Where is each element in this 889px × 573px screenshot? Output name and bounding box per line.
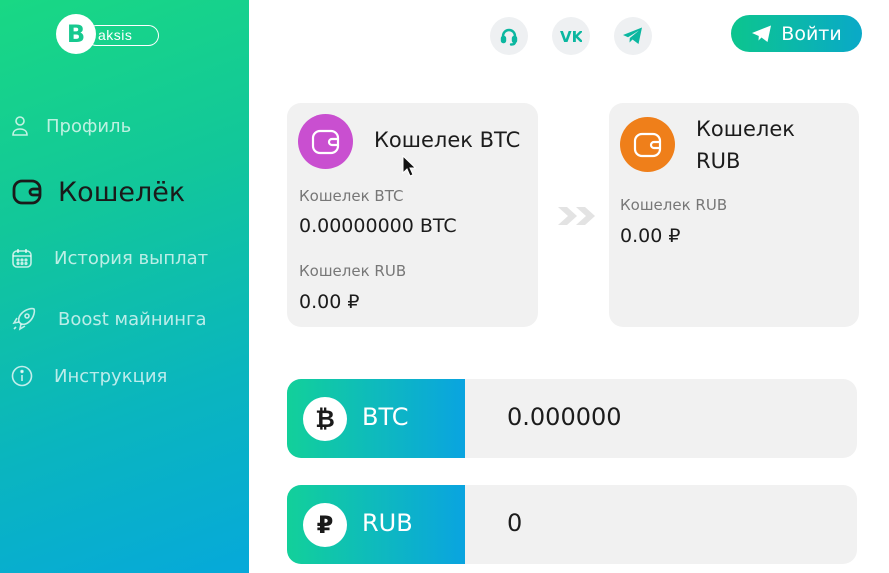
info-icon xyxy=(11,365,33,387)
btc-wallet-value: 0.00000000 BTC xyxy=(299,215,457,237)
sidebar-item-label: Boost майнинга xyxy=(58,308,207,330)
login-button[interactable]: Войти xyxy=(731,15,862,52)
bitcoin-icon: ₿ xyxy=(303,397,347,441)
sidebar: B aksis Профиль Кошелёк История выплат B… xyxy=(0,0,249,573)
sidebar-item-label: История выплат xyxy=(54,247,209,269)
rub-balance-value: 0 xyxy=(507,509,523,537)
wallet-icon xyxy=(311,129,339,154)
rub-balance-currency: ₽ RUB xyxy=(287,485,465,564)
mouse-cursor-icon xyxy=(402,155,416,177)
rub-balance-row: ₽ RUB 0 xyxy=(287,485,857,564)
rub-wallet-value: 0.00 ₽ xyxy=(299,291,360,313)
btc-wallet-label: Кошелек BTC xyxy=(299,187,404,205)
wallet-icon xyxy=(633,132,661,157)
btc-wallet-badge xyxy=(298,114,353,169)
sidebar-item-profile[interactable]: Профиль xyxy=(10,115,131,137)
sidebar-item-label: Профиль xyxy=(46,115,132,137)
rub-wallet-title-line2: RUB xyxy=(696,149,741,173)
wallet-icon xyxy=(12,179,42,205)
brand-logo[interactable]: B aksis xyxy=(56,14,160,54)
btc-balance-currency: ₿ BTC xyxy=(287,379,465,458)
sidebar-item-label: Кошелёк xyxy=(58,176,186,208)
rub-wallet-badge xyxy=(620,117,675,172)
rub-wallet-card[interactable]: Кошелек RUB Кошелек RUB 0.00 ₽ xyxy=(609,103,859,327)
sidebar-item-boost[interactable]: Boost майнинга xyxy=(10,305,207,333)
ruble-icon: ₽ xyxy=(303,503,347,547)
rub-wallet-label: Кошелек RUB xyxy=(299,262,407,280)
vk-button[interactable]: VK xyxy=(552,17,590,55)
rub-wallet-title-line1: Кошелек xyxy=(696,117,795,141)
telegram-icon xyxy=(623,27,642,44)
user-icon xyxy=(12,116,28,136)
headset-icon xyxy=(500,28,518,46)
btc-balance-value: 0.000000 xyxy=(507,403,622,431)
paper-plane-icon xyxy=(752,25,772,42)
btc-wallet-card[interactable]: Кошелек BTC Кошелек BTC 0.00000000 BTC К… xyxy=(287,103,538,327)
calendar-icon xyxy=(12,249,32,268)
sidebar-item-wallet[interactable]: Кошелёк xyxy=(10,175,185,209)
rub-balance-currency-label: RUB xyxy=(362,509,413,537)
sidebar-item-payout-history[interactable]: История выплат xyxy=(10,246,208,270)
login-label: Войти xyxy=(781,22,842,45)
rub-wallet-label: Кошелек RUB xyxy=(620,196,728,214)
btc-balance-row: ₿ BTC 0.000000 xyxy=(287,379,857,458)
sidebar-item-instructions[interactable]: Инструкция xyxy=(10,364,167,388)
sidebar-item-label: Инструкция xyxy=(54,365,168,387)
btc-balance-currency-label: BTC xyxy=(362,403,409,431)
btc-wallet-title: Кошелек BTC xyxy=(374,128,521,152)
vk-icon: VK xyxy=(560,29,582,43)
chevrons-right-icon xyxy=(558,207,595,225)
brand-name: aksis xyxy=(86,25,159,46)
rocket-icon xyxy=(12,307,36,331)
rub-wallet-value: 0.00 ₽ xyxy=(620,225,681,247)
svg-text:VK: VK xyxy=(560,29,582,43)
telegram-button[interactable] xyxy=(614,17,652,55)
support-button[interactable] xyxy=(490,17,528,55)
